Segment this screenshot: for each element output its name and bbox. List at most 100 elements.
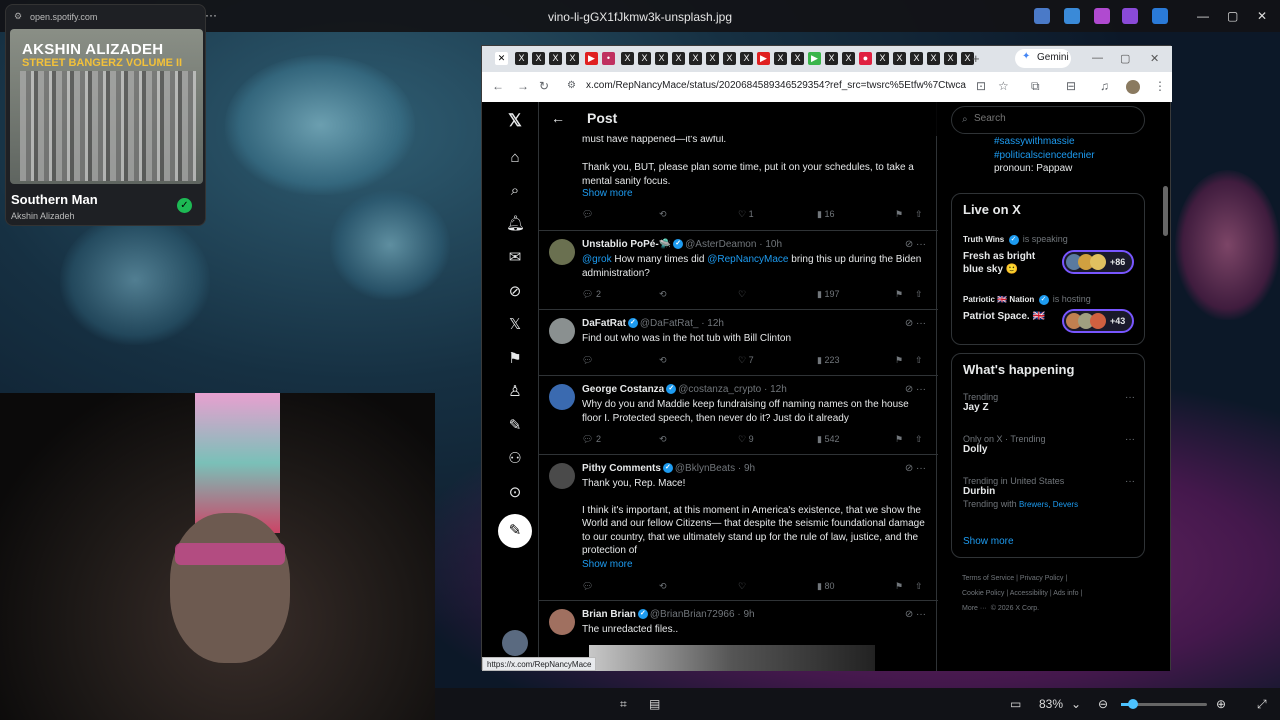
views-icon[interactable]: ▮ 542 [817,434,839,445]
more-icon[interactable]: ⊘ ··· [905,239,926,250]
show-more-link[interactable]: Show more [582,188,633,199]
more-icon[interactable]: ⊘ ··· [905,609,926,620]
scrollbar-thumb[interactable] [1163,186,1168,236]
like-icon[interactable]: ♡ 1 [738,209,754,220]
media-icon[interactable]: ♫ [1100,79,1109,93]
space-title[interactable]: Fresh as bright blue sky 🙂 [963,250,1058,276]
fit-window-icon[interactable]: ▭ [1010,697,1021,711]
reload-icon[interactable]: ↻ [539,79,549,93]
like-icon[interactable]: ♡ 7 [738,355,754,366]
search-box[interactable]: ⌕ [951,106,1145,134]
avatar[interactable] [549,318,575,344]
tweet-author[interactable]: DaFatRat ✓ @DaFatRat_ · 12h [582,318,724,329]
trend-item[interactable]: Only on X · Trending Dolly ··· [963,434,1135,455]
tweet[interactable]: DaFatRat ✓ @DaFatRat_ · 12h ⊘ ··· Find out… [539,309,938,375]
space-host[interactable]: Patriotic 🇬🇧 Nation ✓ is hosting [963,294,1091,305]
zoom-out-icon[interactable]: ⊖ [1098,697,1108,711]
saved-check-icon[interactable]: ✓ [177,198,192,213]
tweet[interactable]: Pithy Comments ✓ @BklynBeats · 9h ⊘ ··· Th… [539,454,938,600]
share-icon[interactable]: ⇧ [915,209,923,220]
tab-x[interactable]: X [672,52,685,65]
tab-x[interactable]: X [927,52,940,65]
onedrive-icon[interactable] [1152,8,1168,24]
address-bar[interactable]: x.com/RepNancyMace/status/20206845893465… [586,80,966,91]
premium-icon[interactable]: 𝕏 [506,316,524,334]
grok-icon[interactable]: ⊘ [506,283,524,301]
reply-icon[interactable]: 💬︎ [582,581,593,592]
more-icon[interactable]: ⊘ ··· [905,318,926,329]
tab-x[interactable]: X [876,52,889,65]
tweet-author[interactable]: Unstablio PoPé-🛸 ✓ @AsterDeamon · 10h [582,239,782,250]
tweet[interactable]: Unstablio PoPé-🛸 ✓ @AsterDeamon · 10h ⊘ ··… [539,230,938,309]
zoom-slider[interactable] [1121,699,1207,709]
gemini-button[interactable]: ✦ Gemini [1015,49,1071,68]
footer-link[interactable]: Cookie Policy [962,590,1004,597]
tweet-author[interactable]: George Costanza ✓ @costanza_crypto · 12h [582,384,787,395]
crop-icon[interactable]: ⌗ [620,697,627,712]
menu-icon[interactable]: ⋮ [1154,79,1166,93]
back-icon[interactable]: ← [492,79,504,93]
retweet-icon[interactable]: ⟲ [659,581,667,592]
bookmarks-icon[interactable]: ⚑ [506,350,524,368]
retweet-icon[interactable]: ⟲ [659,209,667,220]
like-icon[interactable]: ♡ [738,581,746,592]
zoom-level[interactable]: 83% [1039,697,1063,711]
bookmark-icon[interactable]: ⚑ [895,581,903,592]
tab-site[interactable]: ● [859,52,872,65]
edit-icon[interactable] [1064,8,1080,24]
tab-x[interactable]: X [566,52,579,65]
tab-x[interactable]: X [655,52,668,65]
mention-link[interactable]: @RepNancyMace [707,254,788,265]
bookmark-icon[interactable]: ⚑ [895,209,903,220]
close-icon[interactable]: ✕ [1257,9,1267,23]
bookmark-icon[interactable]: ⚑ [895,289,903,300]
avatar[interactable] [549,609,575,635]
share-icon[interactable]: ⇧ [915,581,923,592]
minimize-icon[interactable]: — [1197,9,1209,23]
bookmark-icon[interactable]: ⚑ [895,434,903,445]
reply-icon[interactable]: 💬︎ 2 [582,289,601,300]
spotify-miniplayer[interactable]: ⚙ open.spotify.com AKSHIN ALIZADEH STREE… [5,4,206,226]
home-icon[interactable]: ⌂ [506,149,524,167]
footer-link[interactable]: Accessibility [1010,590,1048,597]
tab-x[interactable]: X [774,52,787,65]
jobs-icon[interactable]: ♙ [506,383,524,401]
tweet-author[interactable]: Pithy Comments ✓ @BklynBeats · 9h [582,463,755,474]
tab-x[interactable]: X [515,52,528,65]
profile-icon[interactable]: ⚇ [506,450,524,468]
retweet-icon[interactable]: ⟲ [659,289,667,300]
more-icon[interactable]: ··· [1125,392,1135,403]
articles-icon[interactable]: ✎ [506,417,524,435]
tweet[interactable]: George Costanza ✓ @costanza_crypto · 12h ⊘… [539,375,938,454]
zoom-in-icon[interactable]: ⊕ [1216,697,1226,711]
tab-close-icon[interactable]: ✕ [495,52,508,65]
avatar[interactable] [549,384,575,410]
tab-x[interactable]: X [740,52,753,65]
profile-avatar[interactable] [1126,80,1140,94]
text-select-icon[interactable]: ▤ [649,697,660,711]
notifications-icon[interactable]: 🔔︎ [506,215,525,233]
trend-item[interactable]: Trending Jay Z ··· [963,392,1135,413]
explore-icon[interactable]: ⌕ [506,182,524,200]
minimize-icon[interactable]: — [1092,52,1103,64]
views-icon[interactable]: ▮ 80 [817,581,834,592]
more-icon[interactable]: ⊘ ··· [905,384,926,395]
song-title[interactable]: Southern Man [11,192,98,207]
x-logo-icon[interactable]: 𝕏 [506,112,524,130]
footer-link[interactable]: More ··· [962,605,987,612]
more-options-icon[interactable]: ⊙ [506,484,524,502]
views-icon[interactable]: ▮ 16 [817,209,834,220]
show-more-link[interactable]: Show more [582,558,927,572]
fullscreen-icon[interactable]: ⤢ [1257,697,1267,712]
tweet[interactable]: Brian Brian ✓ @BrianBrian72966 · 9h ⊘ ··· … [539,600,938,671]
install-icon[interactable]: ⊡ [976,79,986,93]
tab-x[interactable]: X [944,52,957,65]
tab-x[interactable]: X [893,52,906,65]
trend-item[interactable]: Trending in United States Durbin Trendin… [963,476,1135,509]
split-view-icon[interactable]: ⊟ [1066,79,1076,93]
tab-x[interactable]: X [706,52,719,65]
tab-x[interactable]: X [842,52,855,65]
views-icon[interactable]: ▮ 197 [817,289,839,300]
tab-youtube[interactable]: ▶ [757,52,770,65]
reply-icon[interactable]: 💬︎ [582,355,593,366]
